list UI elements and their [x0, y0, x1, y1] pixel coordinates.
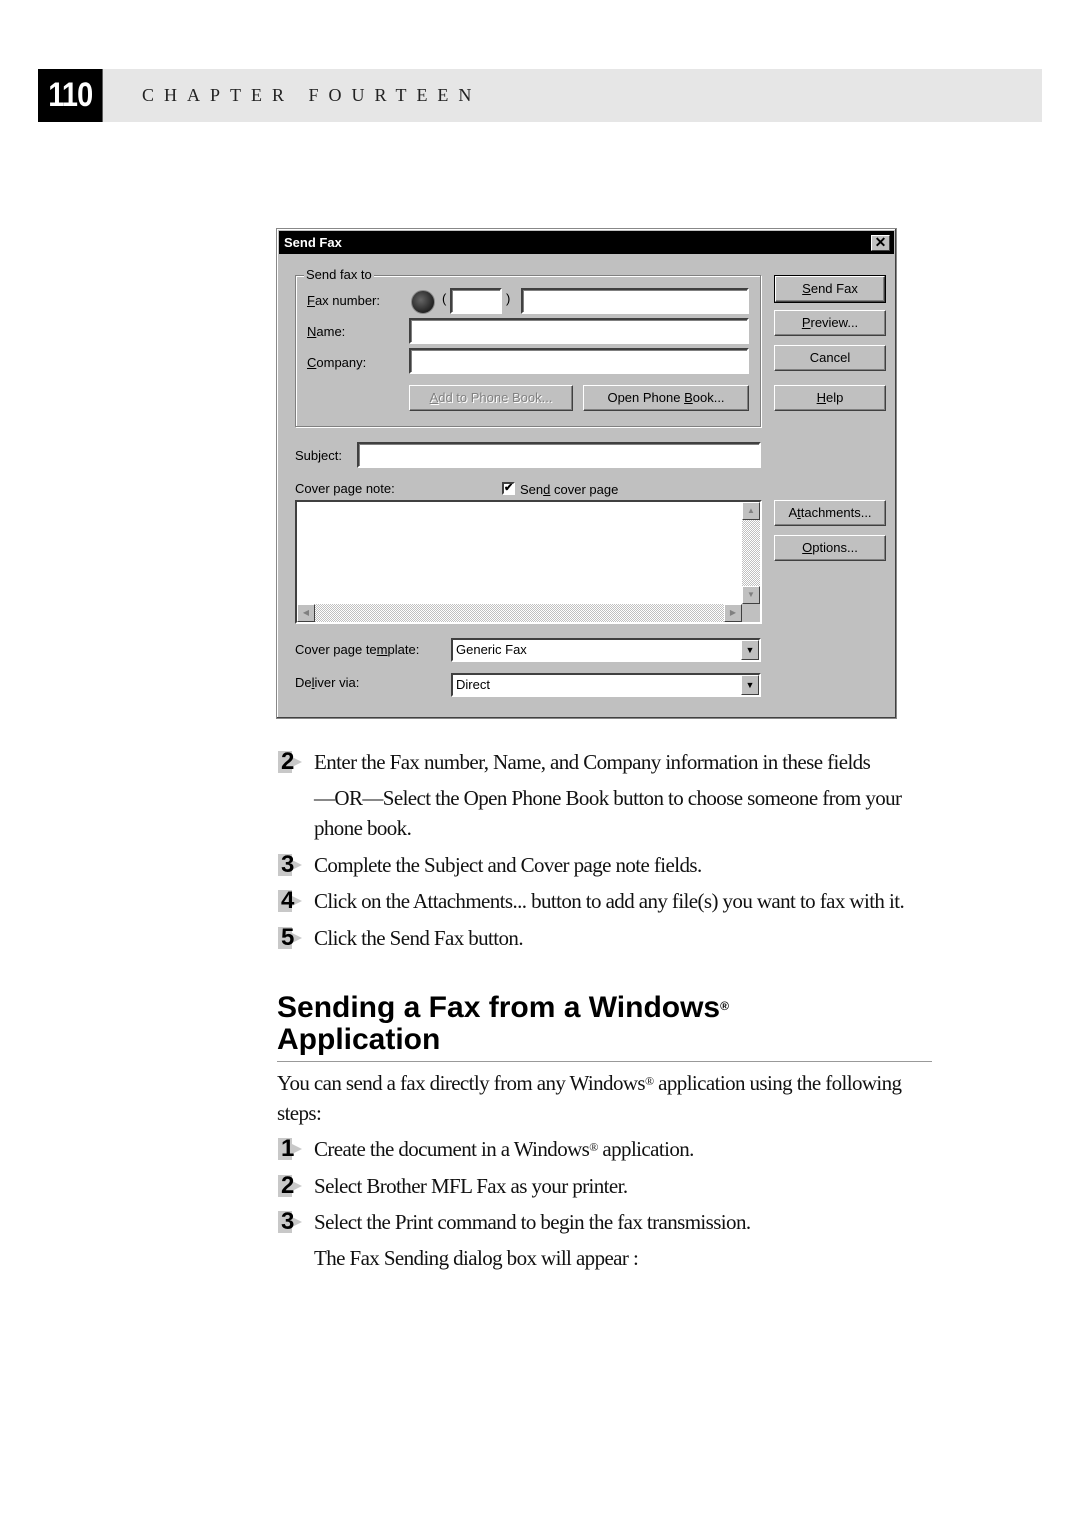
send-cover-page-label: Send cover page: [520, 482, 619, 497]
cover-page-template-select[interactable]: Generic Fax ▼: [451, 638, 761, 662]
fax-number-label: Fax number:: [307, 293, 380, 308]
vertical-scrollbar[interactable]: ▲ ▼: [742, 502, 760, 604]
scroll-right-icon[interactable]: ▶: [724, 604, 742, 622]
cover-page-template-label: Cover page template:: [295, 642, 420, 657]
deliver-via-label: Deliver via:: [295, 675, 360, 690]
chevron-down-icon[interactable]: ▼: [741, 640, 759, 660]
chapter-title: CHAPTER FOURTEEN: [142, 85, 482, 105]
dialog-titlebar: Send Fax ✕: [279, 231, 894, 254]
cover-page-note-label: Cover page note:: [295, 481, 395, 496]
company-input[interactable]: [409, 348, 749, 374]
page-number: 110: [38, 69, 103, 122]
step-text: Select the Print command to begin the fa…: [314, 1210, 751, 1234]
close-icon: ✕: [874, 234, 887, 250]
deliver-via-select[interactable]: Direct ▼: [451, 673, 761, 697]
step-marker-icon: 4: [278, 887, 304, 914]
attachments-button[interactable]: Attachments...: [774, 500, 886, 526]
send-fax-to-group: Send fax to Fax number: ( ) Name: Compan…: [295, 267, 761, 427]
step-text: Click the Send Fax button.: [314, 926, 524, 950]
open-paren: (: [442, 291, 447, 306]
check-icon: ✔: [504, 482, 514, 494]
step-text: Select Brother MFL Fax as your printer.: [314, 1174, 628, 1198]
intro-paragraph: You can send a fax directly from any Win…: [277, 1071, 902, 1095]
horizontal-scrollbar[interactable]: ◀ ▶: [297, 604, 742, 622]
section-divider: [277, 1061, 932, 1062]
chevron-down-icon[interactable]: ▼: [741, 675, 759, 695]
send-cover-page-checkbox[interactable]: ✔: [502, 482, 515, 495]
send-fax-button[interactable]: Send Fax: [774, 275, 886, 303]
cover-page-note-textarea[interactable]: ▲ ▼ ◀ ▶: [295, 500, 762, 624]
fax-number-input[interactable]: [521, 288, 749, 314]
step-text: Enter the Fax number, Name, and Company …: [314, 750, 871, 774]
scroll-left-icon[interactable]: ◀: [297, 604, 315, 622]
open-phone-book-button[interactable]: Open Phone Book...: [583, 385, 749, 411]
subject-input[interactable]: [357, 442, 761, 468]
step-marker-icon: 3: [278, 851, 304, 878]
scrollbar-corner: [742, 604, 760, 622]
step-text: Complete the Subject and Cover page note…: [314, 853, 702, 877]
step-continuation: —OR—Select the Open Phone Book button to…: [314, 786, 902, 810]
preview-button[interactable]: Preview...: [774, 310, 886, 336]
step-text: Create the document in a Windows® applic…: [314, 1137, 694, 1161]
step-marker-icon: 5: [278, 924, 304, 951]
cancel-button[interactable]: Cancel: [774, 345, 886, 371]
options-button[interactable]: Options...: [774, 535, 886, 561]
step-text: Click on the Attachments... button to ad…: [314, 889, 905, 913]
step-marker-icon: 3: [278, 1208, 304, 1235]
step-marker-icon: 2: [278, 1172, 304, 1199]
send-fax-dialog: Send Fax ✕ Send fax to Fax number: ( ) N…: [276, 228, 897, 719]
subject-label: Subject:: [295, 448, 342, 463]
dialog-title: Send Fax: [284, 235, 342, 250]
step-marker-icon: 2: [278, 748, 304, 775]
step-marker-icon: 1: [278, 1135, 304, 1162]
page-header: 110 CHAPTER FOURTEEN: [38, 69, 1042, 122]
scroll-down-icon[interactable]: ▼: [742, 586, 760, 604]
scroll-up-icon[interactable]: ▲: [742, 502, 760, 520]
company-label: Company:: [307, 355, 367, 370]
step-continuation: phone book.: [314, 816, 412, 840]
group-legend: Send fax to: [304, 267, 374, 282]
name-input[interactable]: [409, 318, 749, 344]
help-button[interactable]: Help: [774, 385, 886, 411]
close-button[interactable]: ✕: [871, 235, 890, 251]
add-to-phone-book-button[interactable]: Add to Phone Book...: [409, 385, 573, 411]
close-paren: ): [506, 291, 511, 306]
globe-icon[interactable]: [411, 290, 435, 314]
name-label: Name:: [307, 324, 346, 339]
section-heading: Sending a Fax from a Windows® Applicatio…: [277, 991, 729, 1056]
step-continuation: The Fax Sending dialog box will appear :: [314, 1246, 639, 1270]
intro-paragraph-line2: steps:: [277, 1101, 322, 1125]
area-code-input[interactable]: [450, 288, 502, 314]
